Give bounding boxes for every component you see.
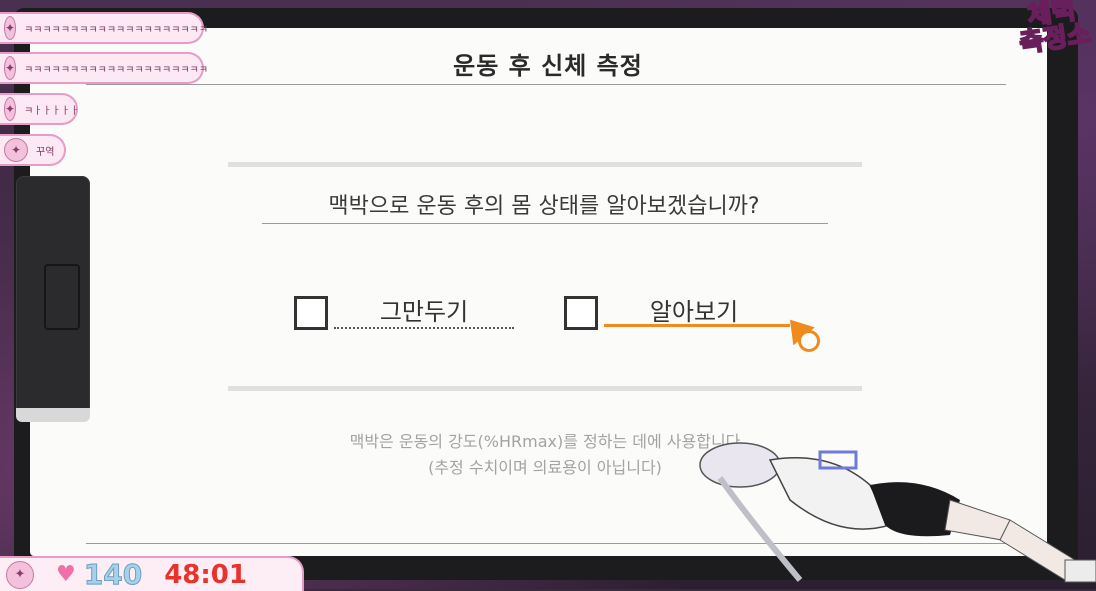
stream-timer: 48:01 — [164, 559, 247, 590]
chat-message: ✦ ㅋㅋㅋㅋㅋㅋㅋㅋㅋㅋㅋㅋㅋㅋㅋㅋㅋㅋㅋㅋ — [0, 12, 208, 44]
heart-icon: ♥ — [56, 562, 76, 587]
controller-icon: ✦ — [6, 560, 34, 589]
channel-logo: 체력 측정소 — [1008, 0, 1096, 66]
chat-message: ✦ ㅋㅏㅏㅏㅏㅏ — [0, 93, 80, 125]
option-check-label[interactable]: 알아보기 — [604, 292, 784, 327]
question-top-band — [228, 162, 862, 167]
stream-status-bar: ✦ ♥ 140 48:01 — [0, 556, 304, 591]
option-quit-checkbox[interactable] — [294, 296, 328, 330]
chat-message-text: ㅋㅋㅋㅋㅋㅋㅋㅋㅋㅋㅋㅋㅋㅋㅋㅋㅋㅋㅋㅋ — [24, 24, 209, 36]
option-check-highlight — [604, 324, 790, 327]
option-quit-underline — [334, 327, 514, 329]
question-text: 맥박으로 운동 후의 몸 상태를 알아보겠습니까? — [328, 194, 760, 219]
chat-message-text: 꾸역 — [36, 146, 55, 158]
controller-icon: ✦ — [4, 16, 17, 40]
cursor-ring-icon — [798, 330, 820, 352]
chat-message-text: ㅋㅏㅏㅏㅏㅏ — [24, 105, 80, 117]
handle-base — [16, 408, 90, 422]
chat-message-text: ㅋㅋㅋㅋㅋㅋㅋㅋㅋㅋㅋㅋㅋㅋㅋㅋㅋㅋㅋㅋ — [24, 64, 209, 76]
controller-icon: ✦ — [4, 138, 28, 162]
question-bottom-band — [228, 386, 862, 391]
handle-slot — [44, 264, 80, 330]
viewer-count: 140 — [83, 558, 143, 591]
monitor-side-handle — [16, 176, 90, 422]
controller-icon: ✦ — [4, 97, 17, 121]
option-quit-label[interactable]: 그만두기 — [334, 292, 514, 327]
question-underline — [262, 223, 828, 224]
avatar-character-illustration — [699, 442, 1096, 583]
title-divider — [86, 84, 1006, 85]
option-check-checkbox[interactable] — [564, 296, 598, 330]
chat-message: ✦ ㅋㅋㅋㅋㅋㅋㅋㅋㅋㅋㅋㅋㅋㅋㅋㅋㅋㅋㅋㅋ — [0, 52, 208, 84]
chat-message: ✦ 꾸역 — [0, 134, 66, 166]
controller-icon: ✦ — [4, 56, 17, 80]
